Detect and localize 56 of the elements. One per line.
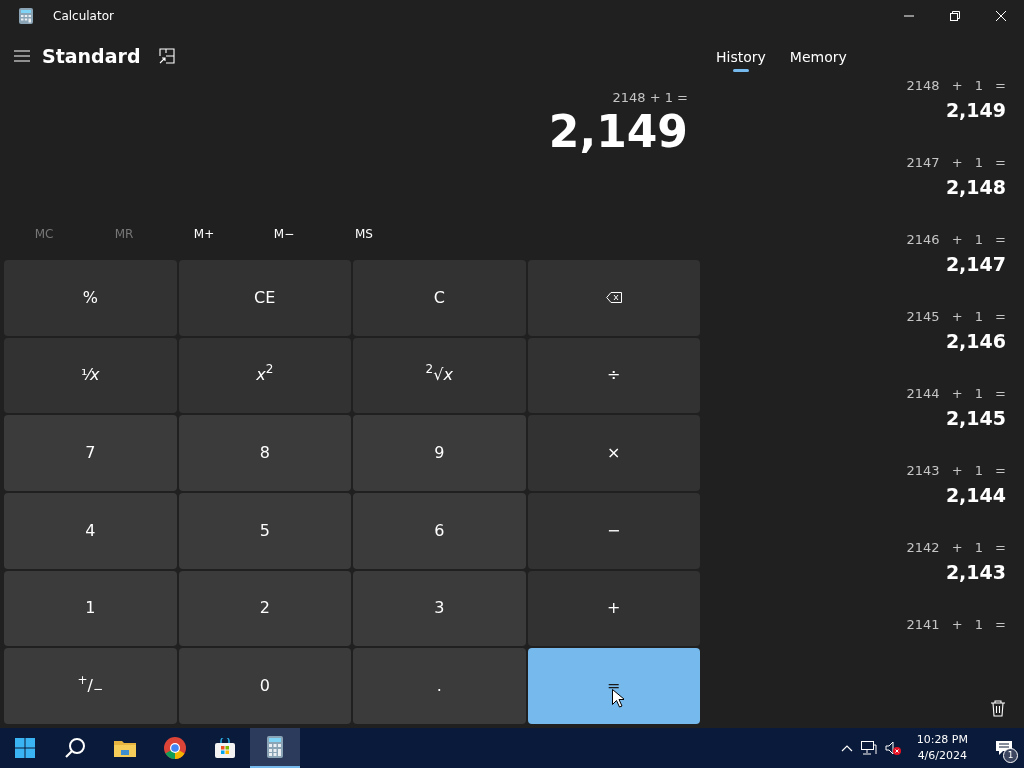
equals-button[interactable]: = [527, 648, 700, 724]
operator-key[interactable]: CE [178, 260, 351, 336]
number-key[interactable]: 2 [178, 570, 351, 647]
history-item[interactable]: 2143 + 1 = 2,144 [906, 457, 1006, 534]
menu-icon[interactable] [14, 50, 30, 62]
number-key[interactable]: 8 [178, 415, 351, 491]
operator-key[interactable]: × [527, 415, 700, 491]
panel-tab[interactable]: History [716, 42, 766, 72]
backspace-icon [605, 292, 622, 304]
number-key[interactable]: 3 [353, 570, 526, 647]
history-item[interactable]: 2148 + 1 = 2,149 [906, 72, 1006, 149]
trash-icon[interactable] [990, 699, 1006, 717]
number-key[interactable]: 6 [353, 493, 526, 569]
keep-on-top-icon[interactable] [158, 48, 175, 64]
memory-button[interactable]: M+ [164, 219, 244, 249]
clock[interactable]: 10:28 PM 4/6/2024 [908, 731, 976, 765]
number-key[interactable]: 7 [4, 415, 177, 491]
operator-key[interactable]: + [527, 570, 700, 647]
number-key[interactable]: $^{+}$/$_{−}$ [4, 648, 177, 724]
windows-logo-icon [15, 738, 35, 758]
operator-key[interactable]: − [527, 493, 700, 569]
number-key[interactable]: 0 [178, 648, 351, 724]
calculator-icon [19, 8, 33, 24]
history-item[interactable]: 2141 + 1 = [906, 611, 1006, 688]
restore-icon [950, 11, 960, 21]
memory-button[interactable]: M− [244, 219, 324, 249]
mode-title: Standard [42, 43, 141, 69]
number-key[interactable]: 4 [4, 493, 177, 569]
history-item[interactable]: 2145 + 1 = 2,146 [906, 303, 1006, 380]
cursor-icon [612, 689, 624, 708]
history-item[interactable]: 2146 + 1 = 2,147 [906, 226, 1006, 303]
network-icon[interactable] [860, 741, 877, 755]
number-key[interactable]: 1 [4, 570, 177, 647]
search-icon [64, 737, 86, 759]
window-title: Calculator [53, 8, 114, 25]
notification-count: 1 [1003, 748, 1018, 763]
operator-key[interactable]: C [353, 260, 526, 336]
memory-button[interactable]: MS [324, 219, 404, 249]
operator-key[interactable]: ¹⁄x [4, 337, 177, 414]
calculator-taskbar-icon[interactable] [250, 728, 300, 768]
result-display: 2,149 [548, 107, 688, 156]
number-key[interactable]: 5 [178, 493, 351, 569]
close-icon [996, 11, 1006, 21]
history-item[interactable]: 2144 + 1 = 2,145 [906, 380, 1006, 457]
history-item[interactable]: 2142 + 1 = 2,143 [906, 534, 1006, 611]
number-key[interactable]: 9 [353, 415, 526, 491]
panel-tab[interactable]: Memory [789, 42, 847, 72]
operator-key[interactable]: $^{2}$√x [353, 337, 526, 414]
expression-text: 2148 + 1 = [612, 89, 688, 107]
history-item[interactable]: 2147 + 1 = 2,148 [906, 149, 1006, 226]
operator-key[interactable]: ÷ [527, 337, 700, 414]
muted-speaker-icon[interactable] [884, 741, 901, 755]
operator-key[interactable]: % [4, 260, 177, 336]
number-key[interactable]: . [353, 648, 526, 724]
operator-key[interactable]: x$^{2}$ [178, 337, 351, 414]
chevron-up-icon[interactable] [840, 744, 853, 752]
